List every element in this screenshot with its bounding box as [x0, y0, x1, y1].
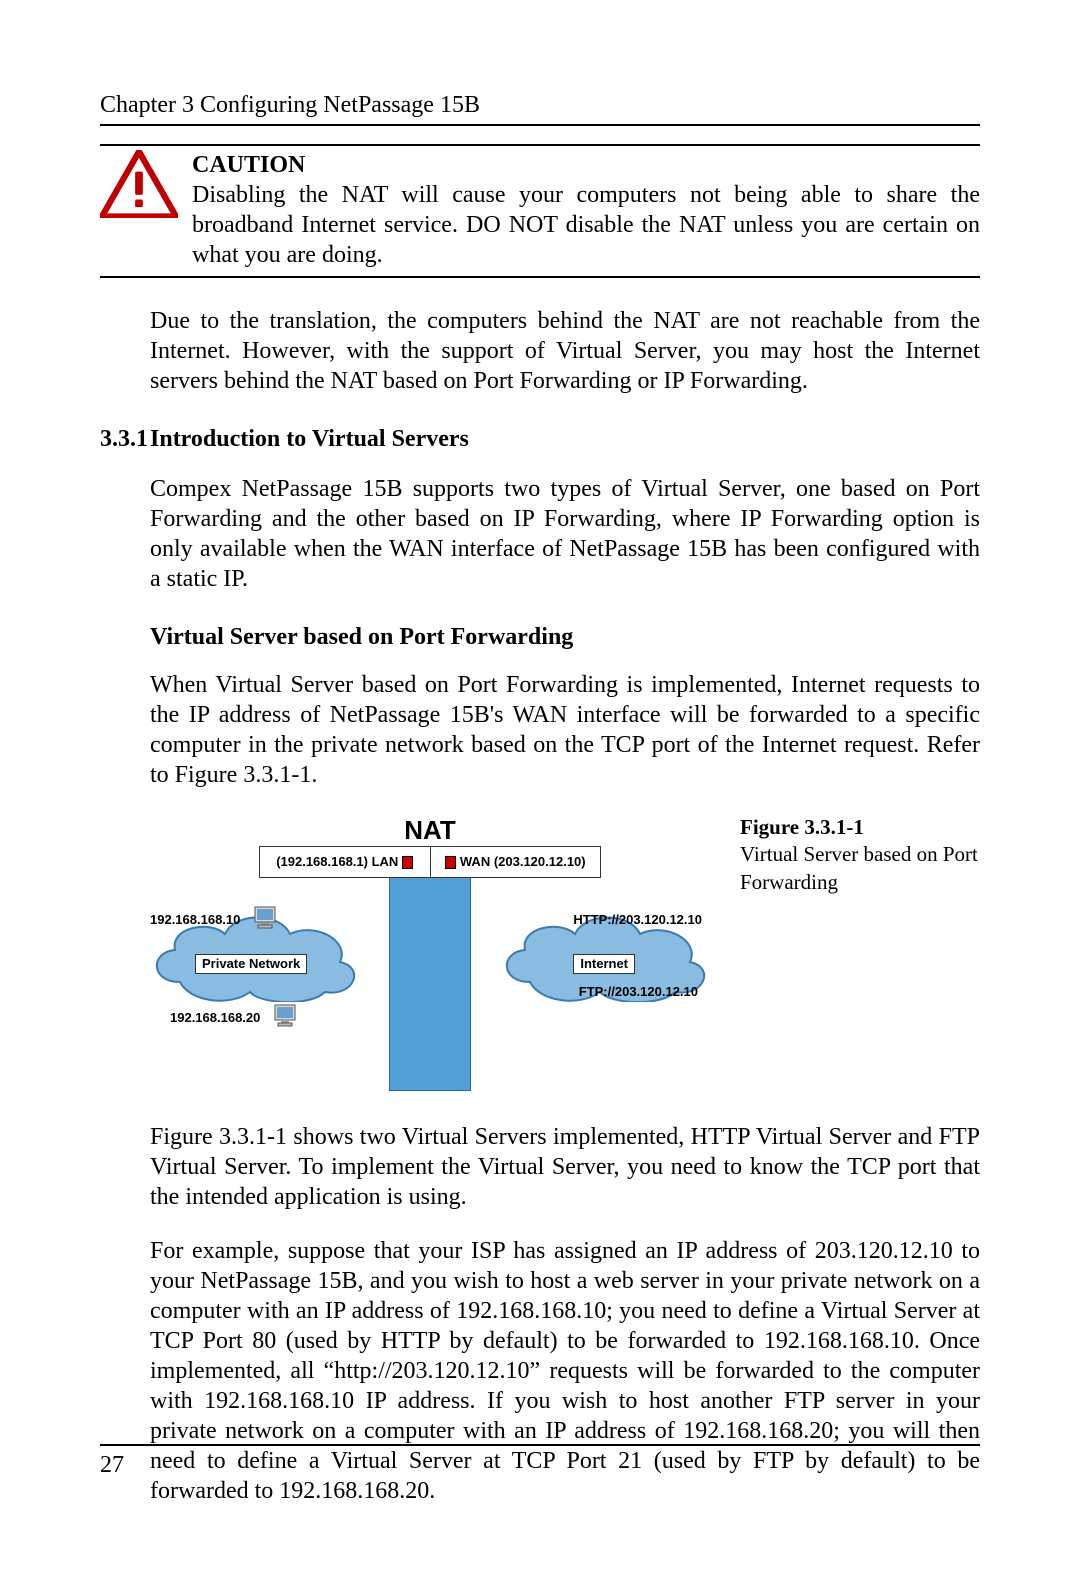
page: Chapter 3 Configuring NetPassage 15B CAU… — [0, 0, 1080, 1590]
figure-number: Figure 3.3.1-1 — [740, 814, 980, 841]
wan-port-icon — [445, 856, 456, 869]
page-number: 27 — [100, 1452, 124, 1478]
diagram-row: NAT (192.168.168.1) LAN WAN (203.120.12.… — [150, 814, 980, 1094]
nat-pillar — [389, 876, 471, 1091]
nat-box: (192.168.168.1) LAN WAN (203.120.12.10) — [259, 846, 601, 878]
section-heading-3-3-1: 3.3.1 Introduction to Virtual Servers — [100, 424, 980, 454]
section-title: Introduction to Virtual Servers — [150, 424, 469, 454]
nat-diagram-title: NAT — [150, 814, 710, 847]
figure-caption: Figure 3.3.1-1 Virtual Server based on P… — [740, 814, 980, 896]
internet-label: Internet — [573, 954, 635, 974]
ip-label-1: 192.168.168.10 — [150, 912, 240, 928]
http-url-label: HTTP://203.120.12.10 — [573, 912, 702, 928]
pc-icon-1 — [254, 906, 284, 930]
paragraph-port-forwarding: When Virtual Server based on Port Forwar… — [150, 670, 980, 790]
caution-box: CAUTION Disabling the NAT will cause you… — [100, 144, 980, 278]
sub-heading-port-forwarding: Virtual Server based on Port Forwarding — [150, 622, 980, 652]
paragraph-331-a: Compex NetPassage 15B supports two types… — [150, 474, 980, 594]
caution-title: CAUTION — [192, 152, 305, 178]
private-network-label: Private Network — [195, 954, 307, 974]
caution-text: CAUTION Disabling the NAT will cause you… — [192, 150, 980, 270]
caution-icon — [100, 150, 178, 218]
pc-icon-2 — [274, 1004, 304, 1028]
chapter-header: Chapter 3 Configuring NetPassage 15B — [100, 90, 980, 126]
ip-label-2: 192.168.168.20 — [170, 1010, 260, 1026]
nat-wan-half: WAN (203.120.12.10) — [431, 847, 601, 877]
ftp-url-label: FTP://203.120.12.10 — [579, 984, 698, 1000]
nat-lan-half: (192.168.168.1) LAN — [260, 847, 431, 877]
section-number: 3.3.1 — [100, 424, 150, 454]
nat-diagram: NAT (192.168.168.1) LAN WAN (203.120.12.… — [150, 814, 710, 1094]
figure-caption-text: Virtual Server based on Port Forwarding — [740, 842, 978, 893]
caution-body: Disabling the NAT will cause your comput… — [192, 182, 980, 268]
intro-paragraph: Due to the translation, the computers be… — [150, 306, 980, 396]
nat-wan-label: WAN (203.120.12.10) — [460, 854, 586, 870]
paragraph-after-figure: Figure 3.3.1-1 shows two Virtual Servers… — [150, 1122, 980, 1212]
page-footer: 27 — [100, 1444, 980, 1480]
nat-lan-label: (192.168.168.1) LAN — [276, 854, 398, 870]
lan-port-icon — [402, 856, 413, 869]
